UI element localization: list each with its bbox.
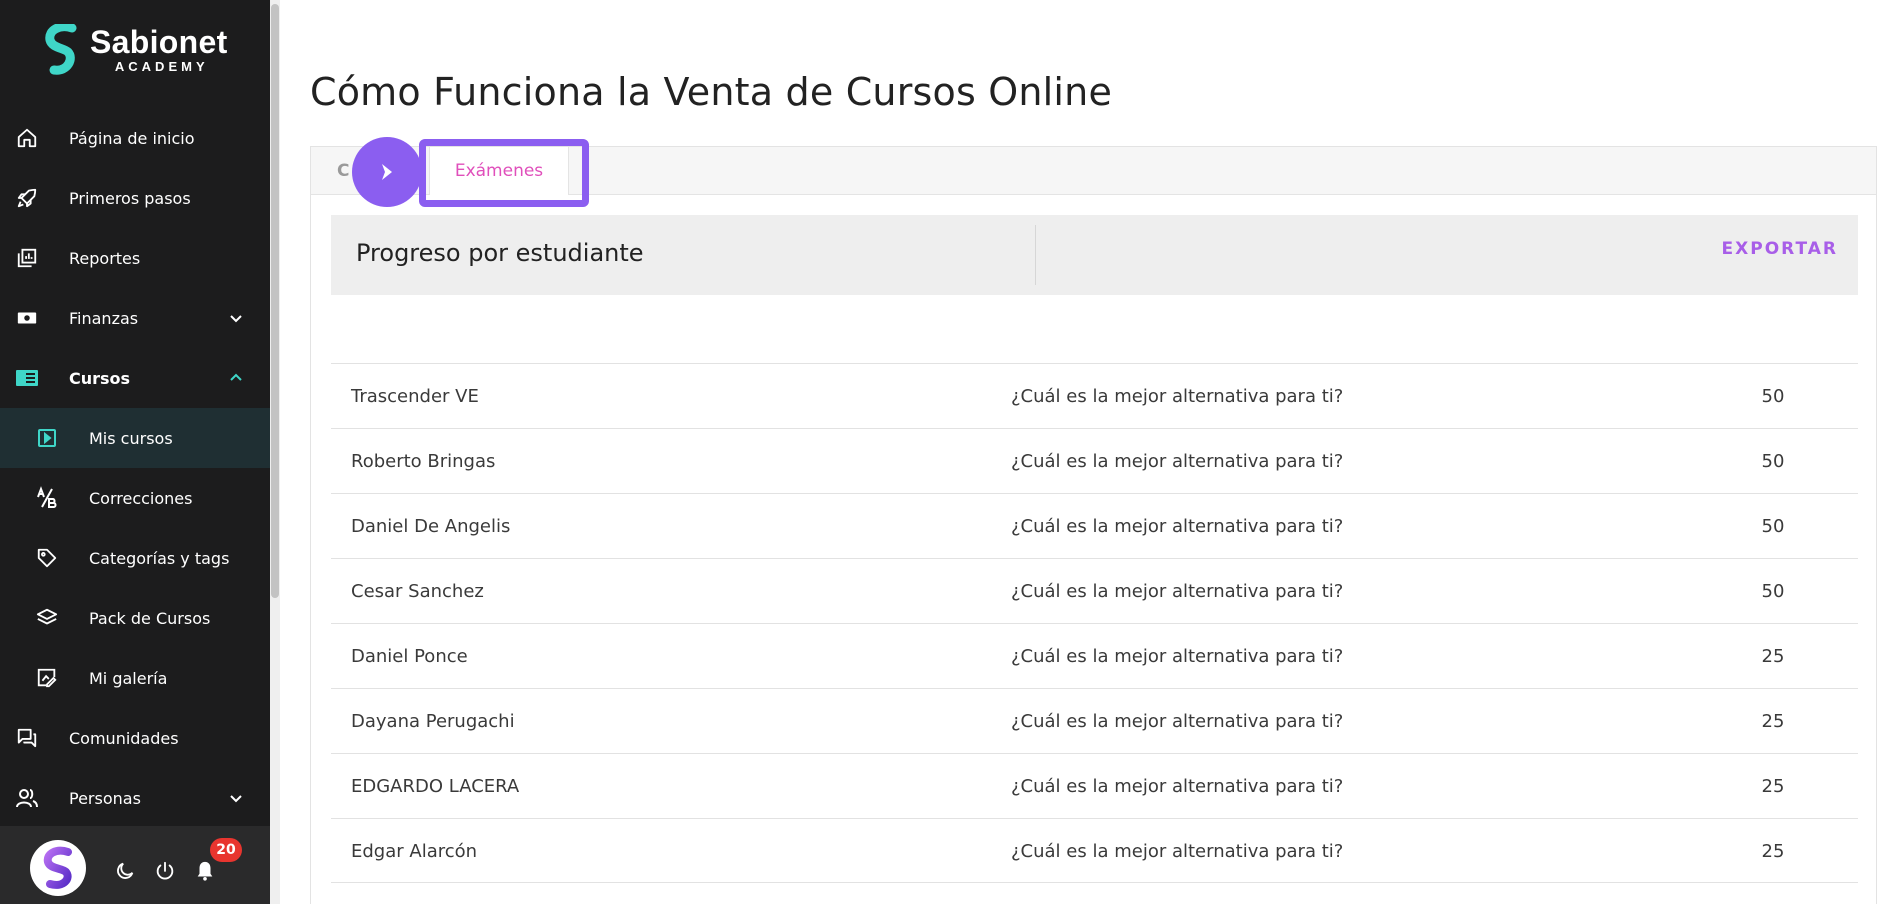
- sidebar-item-courses[interactable]: Cursos: [0, 348, 270, 408]
- content-card: C Exámenes Progreso por estudiante EXPOR…: [310, 146, 1877, 904]
- brand-subtitle: ACADEMY: [114, 59, 209, 74]
- table-row[interactable]: Edgar Alarcón ¿Cuál es la mejor alternat…: [331, 818, 1858, 883]
- score: 25: [1761, 841, 1785, 862]
- sidebar-item-my-gallery[interactable]: Mi galería: [0, 648, 270, 708]
- courses-icon: [15, 366, 39, 390]
- layers-icon: [35, 606, 59, 630]
- gallery-edit-icon: [35, 666, 59, 690]
- student-name: Edgar Alarcón: [351, 841, 478, 862]
- chevron-down-icon: [230, 315, 242, 323]
- table-row[interactable]: Daniel De Angelis ¿Cuál es la mejor alte…: [331, 493, 1858, 558]
- sidebar-item-reports[interactable]: Reportes: [0, 228, 270, 288]
- sidebar-item-label: Correcciones: [89, 488, 193, 508]
- student-name: Roberto Bringas: [351, 451, 496, 472]
- sidebar-scrollbar[interactable]: [270, 0, 280, 904]
- student-name: Trascender VE: [351, 386, 479, 407]
- grade-icon: [35, 486, 59, 510]
- header-divider: [1035, 225, 1036, 285]
- tab-exams[interactable]: Exámenes: [429, 147, 569, 195]
- scrollbar-thumb[interactable]: [271, 4, 279, 598]
- avatar-logo-icon: [43, 846, 72, 889]
- avatar[interactable]: [30, 840, 86, 896]
- tab-hidden[interactable]: C: [337, 161, 349, 181]
- sidebar-item-label: Categorías y tags: [89, 548, 230, 568]
- sidebar-item-my-courses[interactable]: Mis cursos: [0, 408, 270, 468]
- table-row[interactable]: Trascender VE ¿Cuál es la mejor alternat…: [331, 363, 1858, 428]
- student-name: Dayana Perugachi: [351, 711, 515, 732]
- student-name: Daniel De Angelis: [351, 516, 511, 537]
- progress-table: Trascender VE ¿Cuál es la mejor alternat…: [331, 363, 1858, 883]
- bell-icon[interactable]: [194, 860, 216, 882]
- exam-name: ¿Cuál es la mejor alternativa para ti?: [1011, 451, 1344, 472]
- home-icon: [15, 126, 39, 150]
- student-name: Daniel Ponce: [351, 646, 468, 667]
- section-header: Progreso por estudiante EXPORTAR: [331, 215, 1858, 295]
- brand-name: Sabionet: [90, 24, 228, 60]
- sidebar-item-course-pack[interactable]: Pack de Cursos: [0, 588, 270, 648]
- page-title: Cómo Funciona la Venta de Cursos Online: [310, 70, 1113, 114]
- sabionet-logo-icon: [45, 24, 77, 75]
- sidebar-item-label: Personas: [69, 788, 141, 808]
- exam-name: ¿Cuál es la mejor alternativa para ti?: [1011, 646, 1344, 667]
- chevron-right-icon: [382, 164, 392, 180]
- tab-bar: C Exámenes: [311, 147, 1876, 195]
- sidebar-item-label: Cursos: [69, 368, 131, 388]
- sidebar-item-label: Primeros pasos: [69, 188, 191, 208]
- sidebar-item-label: Página de inicio: [69, 128, 195, 148]
- table-row[interactable]: EDGARDO LACERA ¿Cuál es la mejor alterna…: [331, 753, 1858, 818]
- sidebar-item-people[interactable]: Personas: [0, 768, 270, 828]
- section-title: Progreso por estudiante: [356, 239, 644, 267]
- sidebar-item-categories-tags[interactable]: Categorías y tags: [0, 528, 270, 588]
- score: 25: [1761, 711, 1785, 732]
- exam-name: ¿Cuál es la mejor alternativa para ti?: [1011, 841, 1344, 862]
- play-square-icon: [35, 426, 59, 450]
- tab-exams-label: Exámenes: [454, 161, 544, 181]
- table-row[interactable]: Roberto Bringas ¿Cuál es la mejor altern…: [331, 428, 1858, 493]
- score: 50: [1761, 386, 1785, 407]
- brand-logo[interactable]: Sabionet ACADEMY: [42, 22, 228, 78]
- rocket-icon: [15, 186, 39, 210]
- score: 50: [1761, 516, 1785, 537]
- table-row[interactable]: Daniel Ponce ¿Cuál es la mejor alternati…: [331, 623, 1858, 688]
- tag-icon: [35, 546, 59, 570]
- sidebar-item-label: Mi galería: [89, 668, 168, 688]
- sidebar-item-label: Reportes: [69, 248, 141, 268]
- sidebar-item-first-steps[interactable]: Primeros pasos: [0, 168, 270, 228]
- users-icon: [15, 786, 39, 810]
- sidebar-nav: Página de inicio Primeros pasos Reportes…: [0, 108, 270, 828]
- exam-name: ¿Cuál es la mejor alternativa para ti?: [1011, 711, 1344, 732]
- chevron-up-icon: [230, 373, 242, 381]
- sidebar-item-label: Comunidades: [69, 728, 179, 748]
- table-row[interactable]: Cesar Sanchez ¿Cuál es la mejor alternat…: [331, 558, 1858, 623]
- sidebar: Sabionet ACADEMY Página de inicio Primer…: [0, 0, 270, 904]
- sidebar-item-label: Pack de Cursos: [89, 608, 211, 628]
- score: 50: [1761, 581, 1785, 602]
- score: 25: [1761, 776, 1785, 797]
- chat-icon: [15, 726, 39, 750]
- money-icon: [15, 306, 39, 330]
- sidebar-item-home[interactable]: Página de inicio: [0, 108, 270, 168]
- notification-badge: 20: [210, 838, 242, 862]
- exam-name: ¿Cuál es la mejor alternativa para ti?: [1011, 516, 1344, 537]
- table-row[interactable]: Dayana Perugachi ¿Cuál es la mejor alter…: [331, 688, 1858, 753]
- exam-name: ¿Cuál es la mejor alternativa para ti?: [1011, 386, 1344, 407]
- score: 50: [1761, 451, 1785, 472]
- reports-icon: [15, 246, 39, 270]
- sidebar-item-corrections[interactable]: Correcciones: [0, 468, 270, 528]
- sidebar-item-finances[interactable]: Finanzas: [0, 288, 270, 348]
- export-button[interactable]: EXPORTAR: [1722, 239, 1838, 259]
- power-icon[interactable]: [154, 860, 176, 882]
- dark-mode-icon[interactable]: [114, 860, 136, 882]
- chevron-down-icon: [230, 795, 242, 803]
- sidebar-item-communities[interactable]: Comunidades: [0, 708, 270, 768]
- exam-name: ¿Cuál es la mejor alternativa para ti?: [1011, 776, 1344, 797]
- exam-name: ¿Cuál es la mejor alternativa para ti?: [1011, 581, 1344, 602]
- sidebar-item-label: Finanzas: [69, 308, 139, 328]
- tour-next-button[interactable]: [352, 137, 422, 207]
- score: 25: [1761, 646, 1785, 667]
- student-name: EDGARDO LACERA: [351, 776, 520, 797]
- student-name: Cesar Sanchez: [351, 581, 484, 602]
- sidebar-item-label: Mis cursos: [89, 428, 173, 448]
